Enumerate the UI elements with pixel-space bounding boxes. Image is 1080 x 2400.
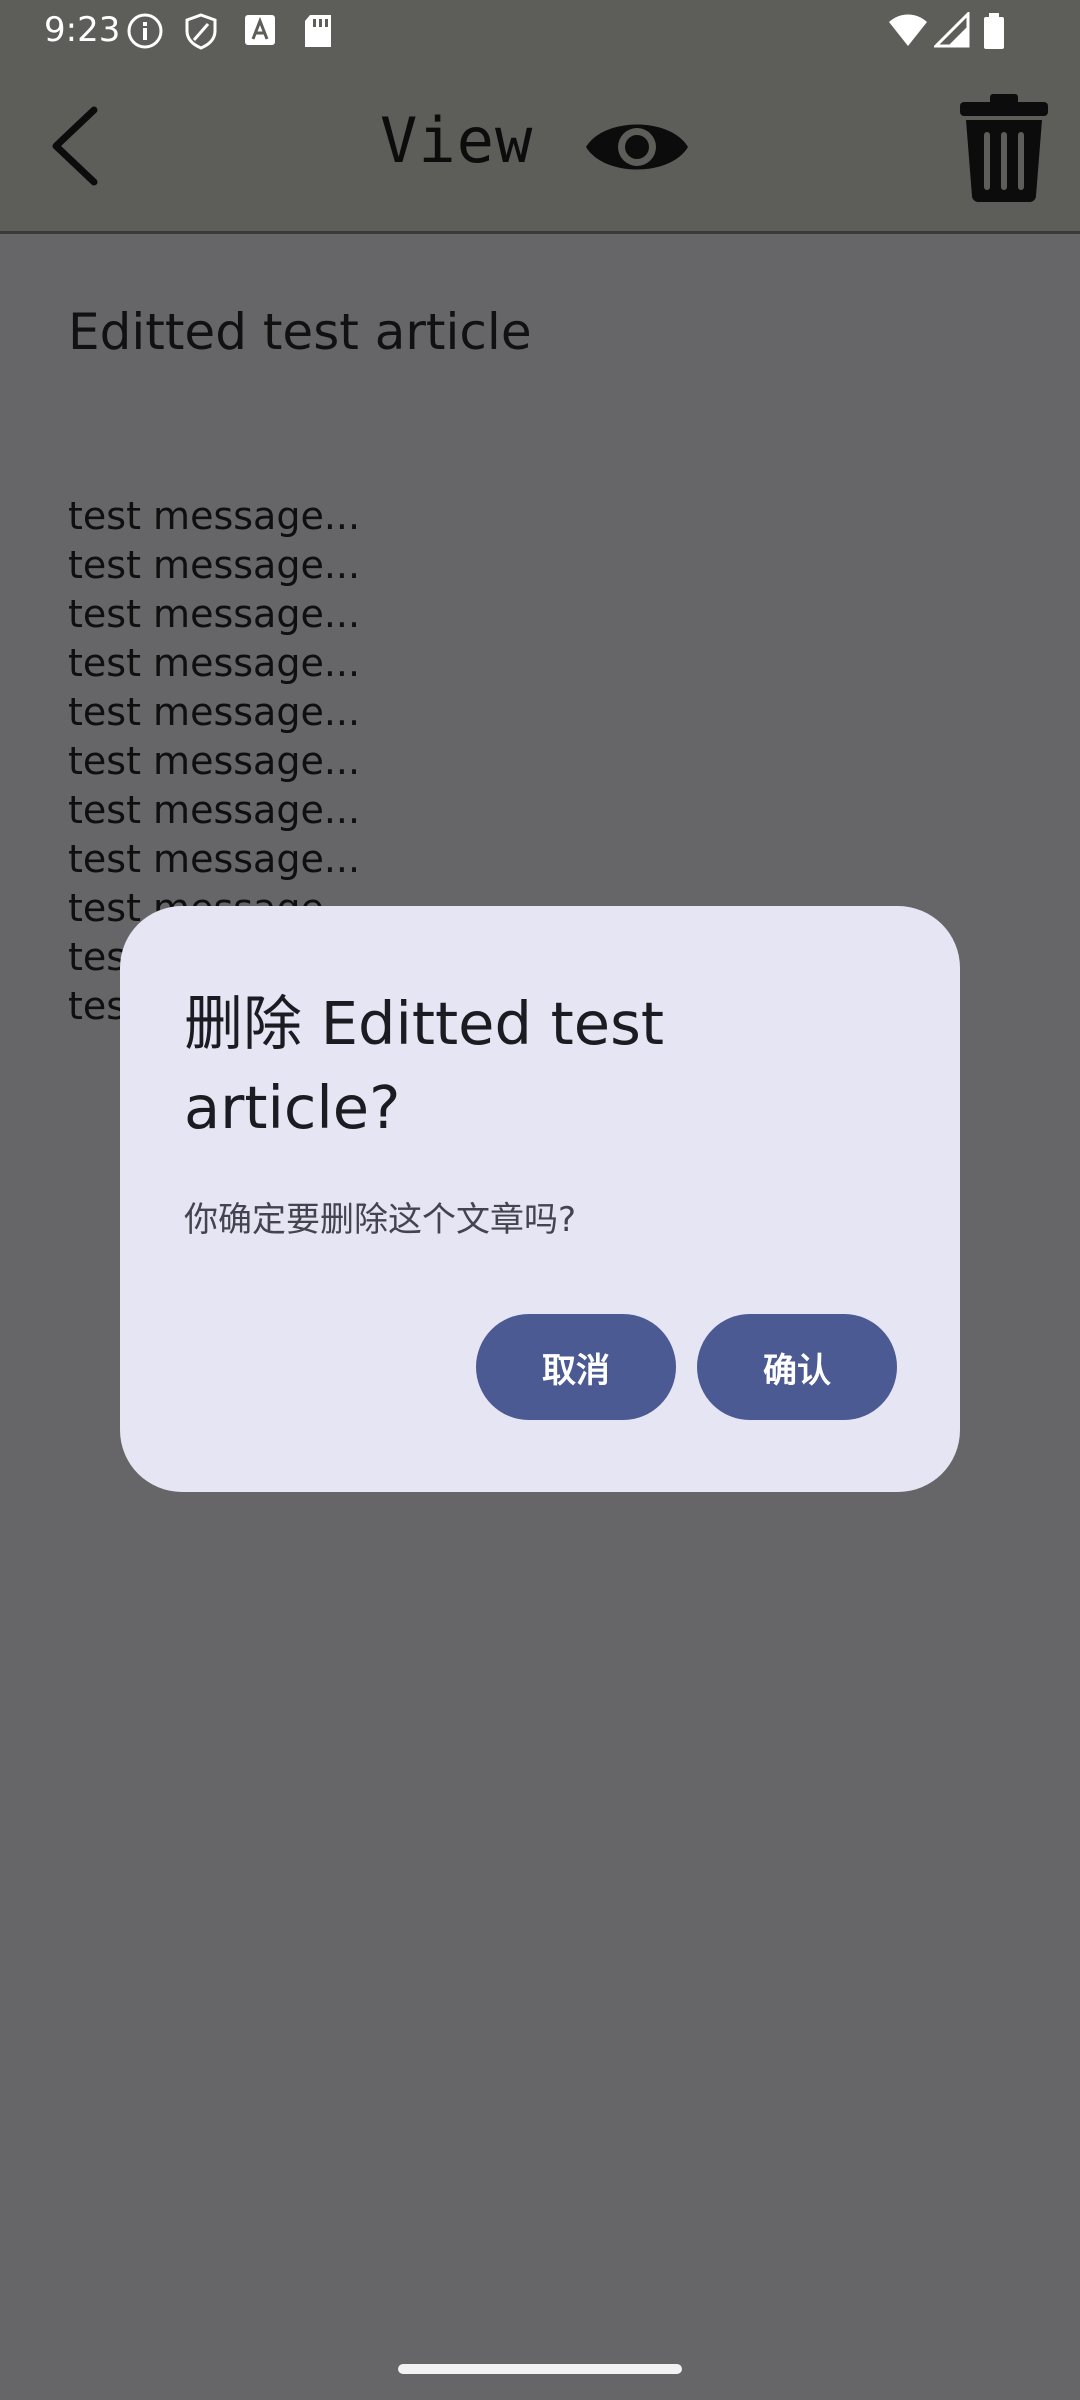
battery-icon [984,13,1004,49]
confirm-button[interactable]: 确认 [697,1314,897,1420]
page-title: View [380,104,534,177]
wifi-icon [889,14,927,46]
gesture-nav-handle[interactable] [398,2364,682,2374]
signal-icon [934,12,970,48]
status-bar: 9:23 [0,0,1080,60]
trash-icon [960,94,1048,202]
font-icon [245,15,275,45]
article-line: test message... [68,837,361,881]
article-line: test message... [68,739,361,783]
back-button[interactable] [30,90,120,200]
delete-confirm-dialog: 删除 Editted test article? 你确定要删除这个文章吗? 取消… [120,906,960,1492]
article-line: test message... [68,494,361,538]
cancel-button[interactable]: 取消 [476,1314,676,1420]
chevron-left-icon [52,106,98,186]
article-line: test message... [68,592,361,636]
dialog-message: 你确定要删除这个文章吗? [184,1200,577,1240]
article-line: test message... [68,788,361,832]
article-title: Editted test article [68,303,532,361]
article-line: test message... [68,543,361,587]
app-bar-divider [0,231,1080,234]
info-icon [127,13,163,49]
dialog-title: 删除 Editted test article? [184,989,664,1142]
status-time: 9:23 [44,10,121,50]
app-bar [0,60,1080,232]
delete-button[interactable] [956,92,1052,202]
eye-icon[interactable] [582,112,692,182]
article-line: test message... [68,641,361,685]
shield-icon [185,13,217,50]
sd-card-icon [305,15,331,47]
article-line: test message... [68,690,361,734]
